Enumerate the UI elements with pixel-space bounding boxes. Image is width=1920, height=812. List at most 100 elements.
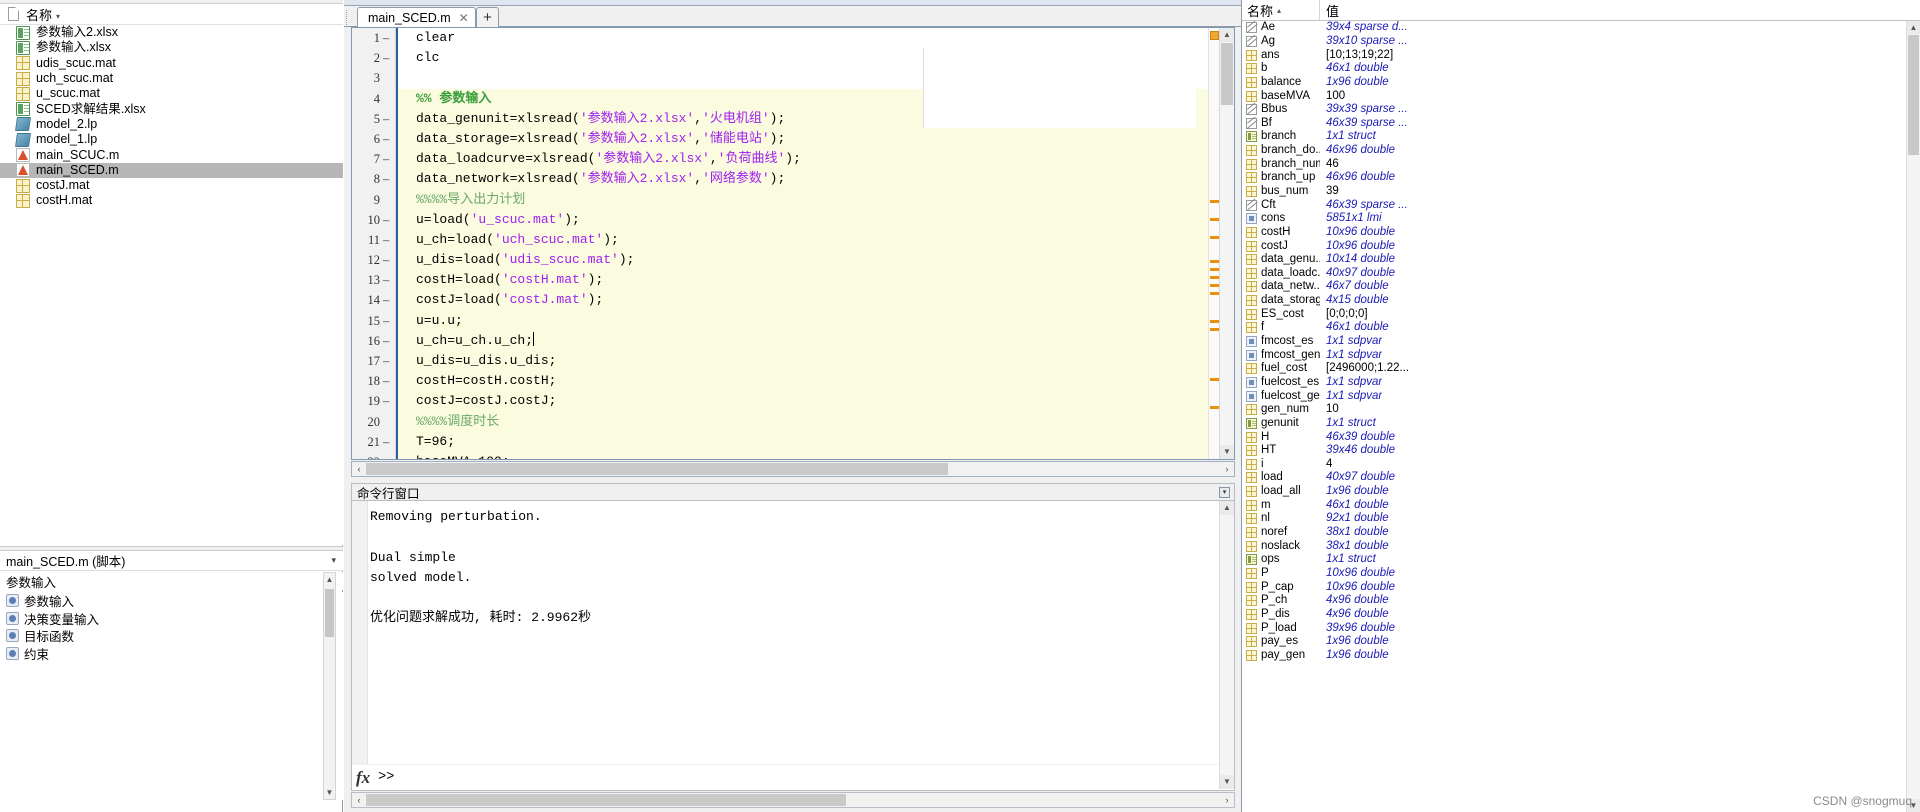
tab-drag-handle[interactable] xyxy=(346,10,356,25)
editor-marker-column[interactable] xyxy=(1208,28,1219,459)
workspace-variable-row[interactable]: bus_num 39 xyxy=(1242,185,1920,199)
marker-tick[interactable] xyxy=(1210,328,1219,331)
code-line[interactable]: 11– u_ch=load('uch_scuc.mat'); xyxy=(368,229,1234,251)
scroll-left-icon[interactable]: ‹ xyxy=(352,462,366,476)
code-line[interactable]: 1– clear xyxy=(374,28,1234,48)
workspace-variable-row[interactable]: balance 1x96 double xyxy=(1242,76,1920,90)
new-tab-button[interactable]: + xyxy=(476,7,499,27)
scrollbar-thumb[interactable] xyxy=(366,794,846,806)
workspace-variable-row[interactable]: cons 5851x1 lmi xyxy=(1242,212,1920,226)
executable-line-marker[interactable]: – xyxy=(383,452,391,459)
workspace-variable-row[interactable]: H 46x39 double xyxy=(1242,430,1920,444)
executable-line-marker[interactable]: – xyxy=(383,48,391,68)
workspace-variable-row[interactable]: Bf 46x39 sparse ... xyxy=(1242,116,1920,130)
file-list-item[interactable]: model_1.lp xyxy=(0,132,343,147)
workspace-variable-row[interactable]: data_genu... 10x14 double xyxy=(1242,253,1920,267)
file-list-item[interactable]: udis_scuc.mat xyxy=(0,56,343,71)
workspace-variable-list[interactable]: Ae 39x4 sparse d... Ag 39x10 sparse ... ans [… xyxy=(1242,21,1920,812)
workspace-vertical-scrollbar[interactable]: ▲ ▼ xyxy=(1906,21,1920,812)
code-line[interactable]: 12– u_dis=load('udis_scuc.mat'); xyxy=(368,250,1234,271)
scroll-down-icon[interactable]: ▼ xyxy=(1220,775,1234,789)
marker-tick[interactable] xyxy=(1210,260,1219,263)
executable-line-marker[interactable]: – xyxy=(383,311,391,331)
workspace-variable-row[interactable]: noslack 38x1 double xyxy=(1242,539,1920,553)
workspace-variable-row[interactable]: branch_num 46 xyxy=(1242,157,1920,171)
file-list-item[interactable]: main_SCED.m xyxy=(0,162,343,178)
workspace-variable-row[interactable]: data_loadc... 40x97 double xyxy=(1242,267,1920,281)
workspace-variable-row[interactable]: P 10x96 double xyxy=(1242,567,1920,581)
marker-tick[interactable] xyxy=(1210,200,1219,203)
workspace-variable-row[interactable]: fuelcost_es 1x1 sdpvar xyxy=(1242,376,1920,390)
code-line[interactable]: 21– T=96; xyxy=(368,431,1234,452)
workspace-variable-row[interactable]: pay_es 1x96 double xyxy=(1242,635,1920,649)
fx-icon[interactable]: fx xyxy=(356,768,370,788)
editor-tab-main-sced[interactable]: main_SCED.m ✕ xyxy=(357,7,476,27)
workspace-variable-row[interactable]: branch_do... 46x96 double xyxy=(1242,144,1920,158)
scroll-up-icon[interactable]: ▲ xyxy=(324,573,335,586)
executable-line-marker[interactable]: – xyxy=(383,28,391,48)
marker-tick[interactable] xyxy=(1210,320,1219,323)
file-outline-scrollbar[interactable]: ▲ ▼ xyxy=(323,572,336,800)
workspace-variable-row[interactable]: data_netw... 46x7 double xyxy=(1242,280,1920,294)
workspace-variable-row[interactable]: P_cap 10x96 double xyxy=(1242,580,1920,594)
workspace-variable-row[interactable]: Ag 39x10 sparse ... xyxy=(1242,35,1920,49)
scroll-down-icon[interactable]: ▼ xyxy=(324,786,335,799)
scroll-up-icon[interactable]: ▲ xyxy=(1220,28,1234,42)
workspace-variable-row[interactable]: baseMVA 100 xyxy=(1242,89,1920,103)
outline-list-item[interactable]: 决策变量输入 xyxy=(0,610,343,628)
workspace-variable-row[interactable]: genunit 1x1 struct xyxy=(1242,417,1920,431)
workspace-variable-row[interactable]: fmcost_es 1x1 sdpvar xyxy=(1242,335,1920,349)
marker-tick[interactable] xyxy=(1210,406,1219,409)
scrollbar-thumb[interactable] xyxy=(1221,43,1233,105)
close-icon[interactable]: ✕ xyxy=(459,11,469,25)
scroll-down-icon[interactable]: ▼ xyxy=(1220,445,1234,459)
workspace-variable-row[interactable]: data_storage 4x15 double xyxy=(1242,294,1920,308)
executable-line-marker[interactable]: – xyxy=(383,129,391,149)
executable-line-marker[interactable]: – xyxy=(383,290,391,310)
workspace-variable-row[interactable]: ans [10;13;19;22] xyxy=(1242,48,1920,62)
code-line[interactable]: 13– costH=load('costH.mat'); xyxy=(368,270,1234,291)
editor-vertical-scrollbar[interactable]: ▲ ▼ xyxy=(1219,28,1234,459)
outline-list-item[interactable]: 约束 xyxy=(0,645,343,663)
code-line[interactable]: 22–baseMVA=100; xyxy=(368,451,1234,459)
workspace-variable-row[interactable]: i4 xyxy=(1242,458,1920,472)
file-list-item[interactable]: uch_scuc.mat xyxy=(0,71,343,86)
workspace-variable-row[interactable]: Cft 46x39 sparse ... xyxy=(1242,198,1920,212)
file-list-item[interactable]: model_2.lp xyxy=(0,117,343,132)
executable-line-marker[interactable]: – xyxy=(383,149,391,169)
code-line[interactable]: 7– data_loadcurve=xlsread('参数输入2.xlsx','负… xyxy=(374,149,1234,170)
code-line[interactable]: 14– costJ=load('costJ.mat'); xyxy=(368,290,1234,311)
scroll-right-icon[interactable]: › xyxy=(1220,793,1234,807)
code-line[interactable]: 18– costH=costH.costH; xyxy=(368,371,1234,392)
marker-tick[interactable] xyxy=(1210,378,1219,381)
executable-line-marker[interactable]: – xyxy=(383,109,391,129)
workspace-variable-row[interactable]: fuel_cost [2496000;1.22... xyxy=(1242,362,1920,376)
executable-line-marker[interactable]: – xyxy=(383,351,391,371)
workspace-variable-row[interactable]: P_ch 4x96 double xyxy=(1242,594,1920,608)
workspace-variable-row[interactable]: f 46x1 double xyxy=(1242,321,1920,335)
file-name-column-header[interactable]: 名称 ▾ xyxy=(26,5,60,24)
workspace-variable-row[interactable]: HT 39x46 double xyxy=(1242,444,1920,458)
scroll-left-icon[interactable]: ‹ xyxy=(352,793,366,807)
workspace-variable-row[interactable]: branch_up 46x96 double xyxy=(1242,171,1920,185)
executable-line-marker[interactable]: – xyxy=(383,371,391,391)
workspace-variable-row[interactable]: ops 1x1 struct xyxy=(1242,553,1920,567)
workspace-variable-row[interactable]: P_load 39x96 double xyxy=(1242,621,1920,635)
executable-line-marker[interactable]: – xyxy=(383,391,391,411)
workspace-variable-row[interactable]: ES_cost [0;0;0;0] xyxy=(1242,307,1920,321)
workspace-variable-row[interactable]: noref 38x1 double xyxy=(1242,526,1920,540)
workspace-value-column-header[interactable]: 值 xyxy=(1320,0,1920,20)
code-line[interactable]: 20 %%%%调度时长 xyxy=(368,411,1234,432)
workspace-variable-row[interactable]: Bbus 39x39 sparse ... xyxy=(1242,103,1920,117)
marker-tick[interactable] xyxy=(1210,284,1219,287)
executable-line-marker[interactable]: – xyxy=(383,210,391,230)
file-list-item[interactable]: main_SCUC.m xyxy=(0,147,343,163)
scrollbar-thumb[interactable] xyxy=(366,463,948,475)
scrollbar-thumb[interactable] xyxy=(1908,35,1919,155)
workspace-variable-row[interactable]: gen_num 10 xyxy=(1242,403,1920,417)
file-list-item[interactable]: SCED求解结果.xlsx xyxy=(0,101,343,117)
file-list-item[interactable]: costJ.mat xyxy=(0,178,343,193)
code-line[interactable]: 6– data_storage=xlsread('参数输入2.xlsx','储能电… xyxy=(374,128,1234,150)
marker-tick[interactable] xyxy=(1210,218,1219,221)
workspace-variable-row[interactable]: b 46x1 double xyxy=(1242,62,1920,76)
